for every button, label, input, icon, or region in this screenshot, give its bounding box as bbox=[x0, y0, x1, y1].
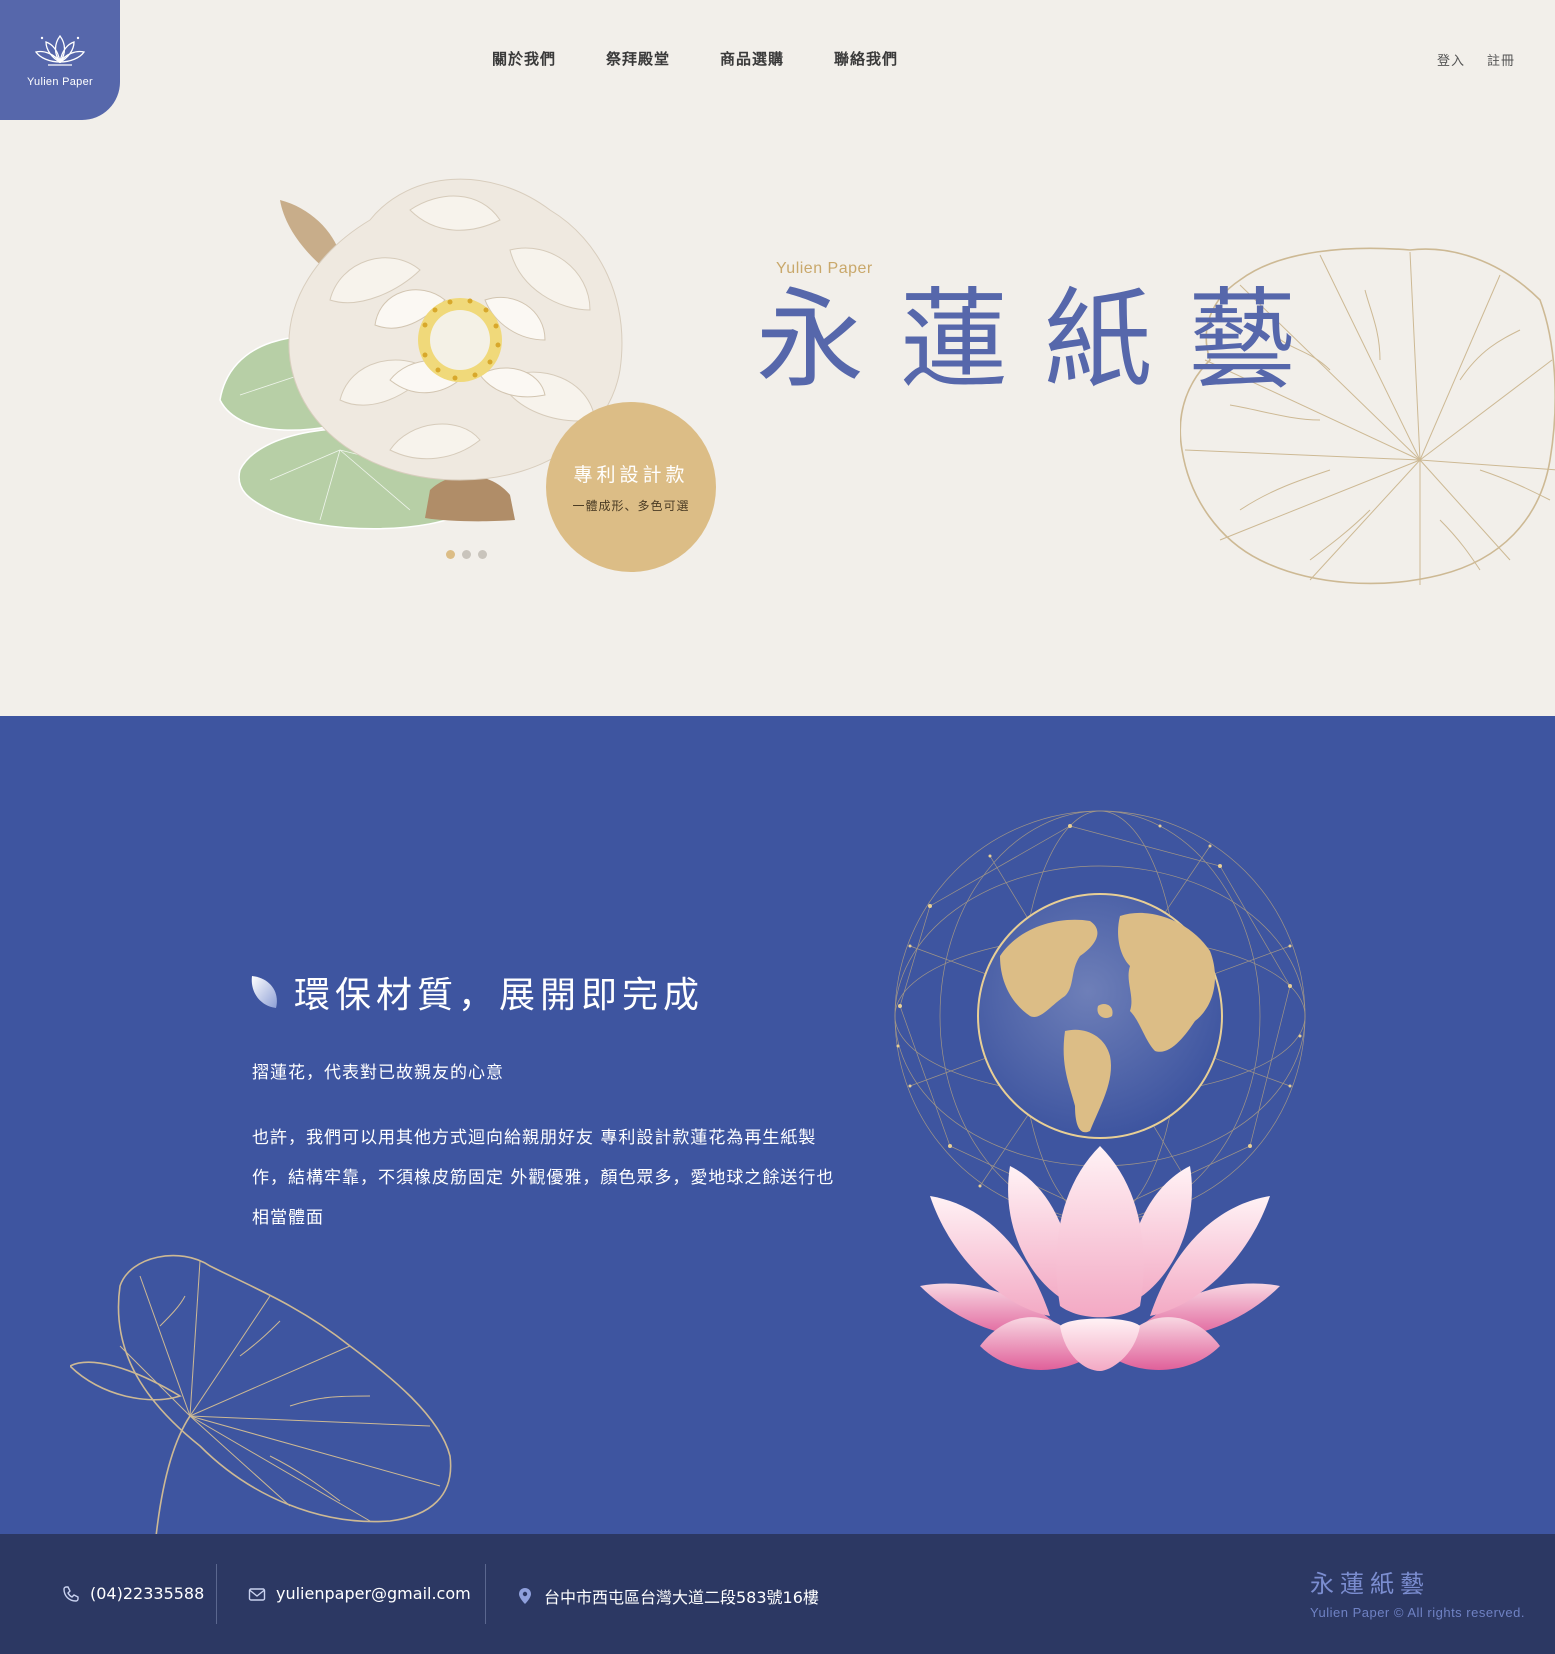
carousel-dot[interactable] bbox=[462, 550, 471, 559]
eco-heading: 環保材質，展開即完成 bbox=[250, 966, 704, 1018]
badge-subtitle: 一體成形、多色可選 bbox=[572, 499, 690, 513]
hero-section: 專利設計款 一體成形、多色可選 Yulien Paper 永蓮紙藝 bbox=[0, 0, 1555, 716]
hero-subtitle: Yulien Paper bbox=[776, 260, 873, 277]
footer-address[interactable]: 台中市西屯區台灣大道二段583號16樓 bbox=[516, 1584, 819, 1608]
footer-email[interactable]: yulienpaper@gmail.com bbox=[248, 1584, 471, 1603]
carousel-dot[interactable] bbox=[478, 550, 487, 559]
eco-title: 環保材質，展開即完成 bbox=[294, 975, 705, 1016]
hero-title: 永蓮紙藝 bbox=[756, 278, 1333, 403]
mail-icon bbox=[248, 1587, 266, 1601]
badge-title: 專利設計款 bbox=[573, 464, 689, 486]
footer-divider bbox=[485, 1564, 486, 1624]
footer-address-text: 台中市西屯區台灣大道二段583號16樓 bbox=[544, 1588, 819, 1607]
eco-section: 環保材質，展開即完成 摺蓮花，代表對已故親友的心意 也許，我們可以用其他方式迴向… bbox=[0, 716, 1555, 1534]
location-icon bbox=[519, 1588, 531, 1604]
carousel-dot[interactable] bbox=[446, 550, 455, 559]
lotus-leaf-outline-image bbox=[70, 1254, 452, 1534]
footer-divider bbox=[216, 1564, 217, 1624]
pink-lotus-image bbox=[920, 1146, 1280, 1371]
footer-brand: 永蓮紙藝 Yulien Paper © All rights reserved. bbox=[1310, 1564, 1525, 1620]
leaf-icon bbox=[251, 976, 277, 1008]
eco-body: 也許，我們可以用其他方式迴向給親朋好友 專利設計款蓮花為再生紙製作，結構牢靠，不… bbox=[252, 1128, 835, 1228]
phone-icon bbox=[63, 1585, 79, 1602]
footer-phone-text: (04)22335588 bbox=[90, 1584, 205, 1603]
footer-copyright: Yulien Paper © All rights reserved. bbox=[1310, 1605, 1525, 1620]
footer-brand-title: 永蓮紙藝 bbox=[1310, 1570, 1431, 1598]
eco-lead: 摺蓮花，代表對已故親友的心意 bbox=[252, 1063, 504, 1083]
footer-email-text: yulienpaper@gmail.com bbox=[276, 1584, 471, 1603]
carousel-dots bbox=[446, 550, 487, 559]
footer-phone[interactable]: (04)22335588 bbox=[62, 1584, 204, 1603]
patent-badge: 專利設計款 一體成形、多色可選 bbox=[546, 402, 716, 572]
footer: (04)22335588 yulienpaper@gmail.com 台中市西屯… bbox=[0, 1534, 1555, 1654]
